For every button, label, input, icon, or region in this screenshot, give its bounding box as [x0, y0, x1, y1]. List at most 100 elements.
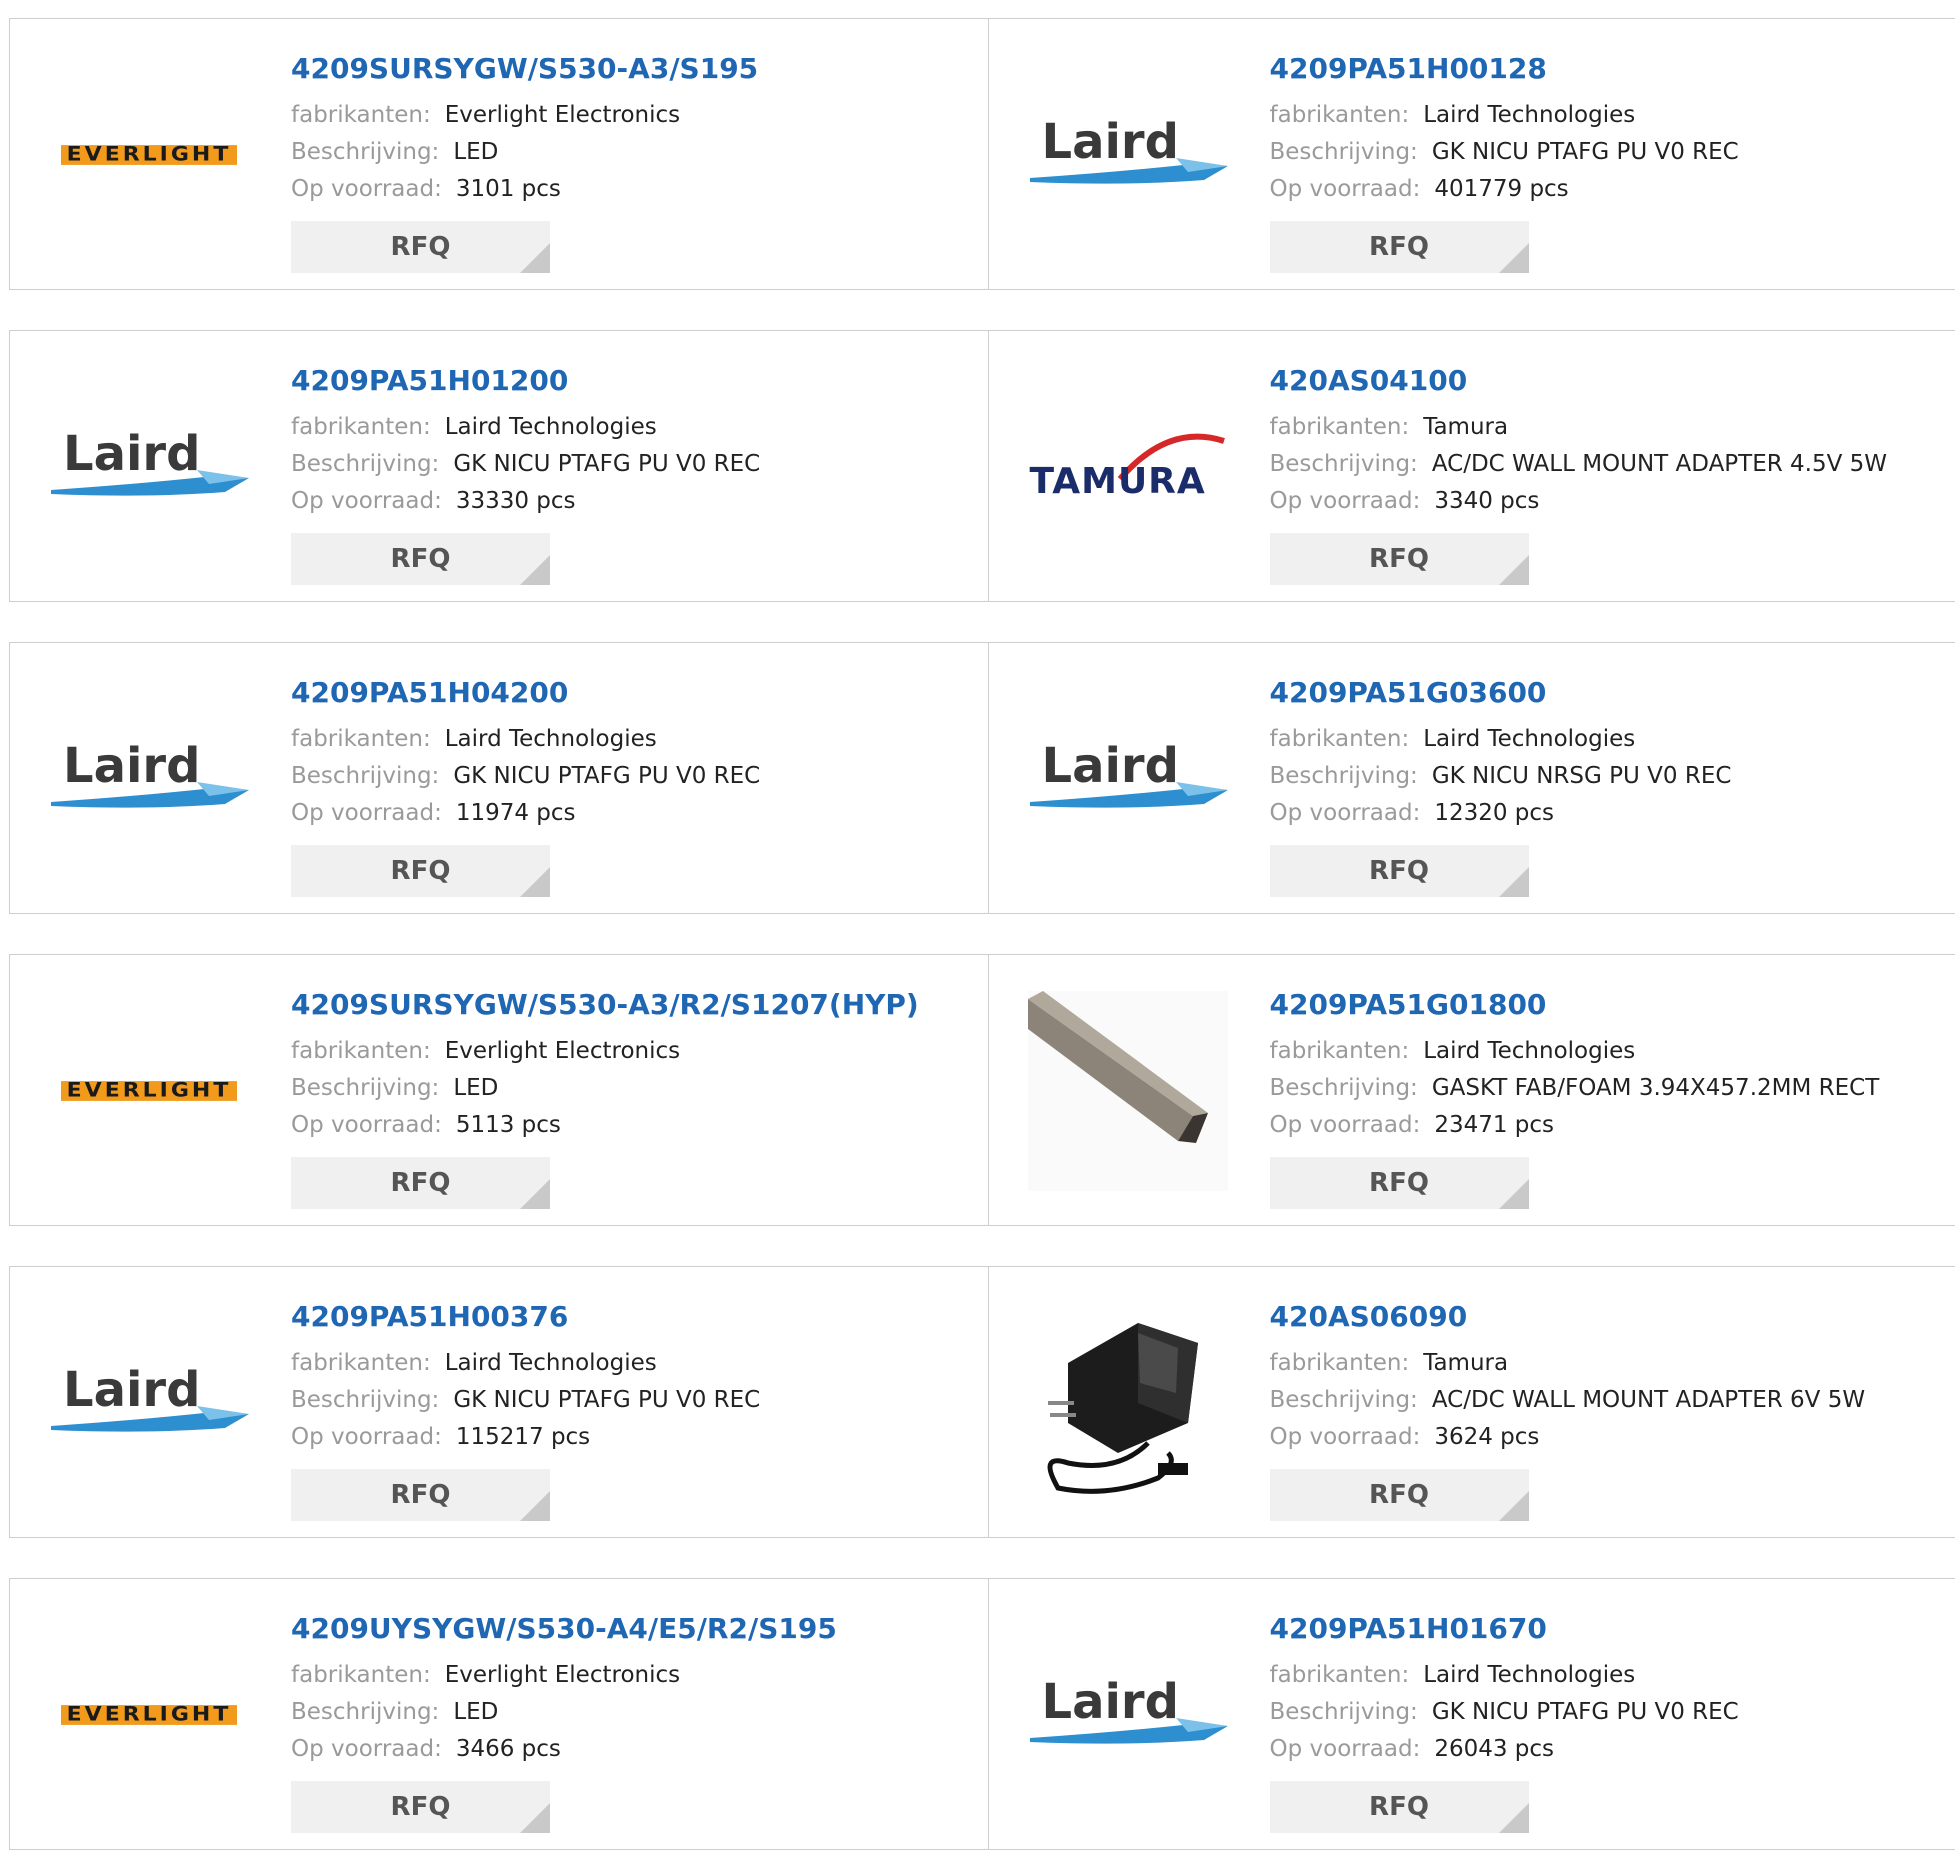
- product-info: 4209PA51H04200fabrikanten:Laird Technolo…: [291, 675, 760, 832]
- part-number-link[interactable]: 4209SURSYGW/S530-A3/R2/S1207(HYP): [291, 987, 919, 1023]
- rfq-button[interactable]: RFQ: [1270, 1781, 1529, 1833]
- part-number-link[interactable]: 4209SURSYGW/S530-A3/S195: [291, 51, 758, 87]
- stock-label: Op voorraad:: [1270, 800, 1421, 826]
- stock-value: 26043 pcs: [1434, 1736, 1554, 1762]
- laird-swoosh-icon: [49, 744, 249, 814]
- product-card-right: Laird4209PA51H01670fabrikanten:Laird Tec…: [988, 1579, 1955, 1849]
- description-value: GK NICU PTAFG PU V0 REC: [1432, 139, 1739, 165]
- part-number-link[interactable]: 4209PA51H04200: [291, 675, 760, 711]
- manufacturer-logo: TAMURA: [1028, 367, 1228, 567]
- laird-swoosh-icon: [49, 1368, 249, 1438]
- product-card-left: Laird 4209PA51H01200fabrikanten:Laird Tec…: [10, 331, 988, 601]
- part-number-link[interactable]: 4209PA51G01800: [1270, 987, 1880, 1023]
- description-line: Beschrijving:GASKT FAB/FOAM 3.94X457.2MM…: [1270, 1070, 1880, 1107]
- manufacturer-value: Everlight Electronics: [445, 1662, 680, 1688]
- manufacturer-value: Everlight Electronics: [445, 1038, 680, 1064]
- laird-logo: Laird: [49, 432, 249, 502]
- part-number-link[interactable]: 4209PA51H01200: [291, 363, 760, 399]
- stock-line: Op voorraad: 26043 pcs: [1270, 1731, 1739, 1768]
- manufacturer-line: fabrikanten:Laird Technologies: [1270, 1657, 1739, 1694]
- product-info: 4209PA51G03600fabrikanten:Laird Technolo…: [1270, 675, 1732, 832]
- laird-swoosh-icon: [1028, 1680, 1228, 1750]
- manufacturer-label: fabrikanten:: [291, 1662, 431, 1688]
- product-card-right: TAMURA420AS04100fabrikanten:TamuraBeschr…: [988, 331, 1955, 601]
- manufacturer-label: fabrikanten:: [1270, 102, 1410, 128]
- manufacturer-line: fabrikanten:Tamura: [1270, 1345, 1866, 1382]
- laird-logo: Laird: [49, 1368, 249, 1438]
- corner-triangle-icon: [1499, 555, 1529, 585]
- manufacturer-value: Laird Technologies: [1423, 726, 1635, 752]
- description-value: GK NICU PTAFG PU V0 REC: [453, 1387, 760, 1413]
- laird-logo: Laird: [1028, 120, 1228, 190]
- stock-line: Op voorraad: 5113 pcs: [291, 1107, 919, 1144]
- product-info: 4209SURSYGW/S530-A3/R2/S1207(HYP)fabrika…: [291, 987, 919, 1144]
- rfq-button[interactable]: RFQ: [1270, 221, 1529, 273]
- product-row: EVERLIGHT4209SURSYGW/S530-A3/S195fabrika…: [9, 18, 1955, 290]
- stock-line: Op voorraad:401779 pcs: [1270, 171, 1739, 208]
- product-info: 4209PA51G01800fabrikanten:Laird Technolo…: [1270, 987, 1880, 1144]
- part-number-link[interactable]: 420AS04100: [1270, 363, 1888, 399]
- rfq-button[interactable]: RFQ: [291, 1157, 550, 1209]
- manufacturer-value: Laird Technologies: [445, 1350, 657, 1376]
- stock-value: 3624 pcs: [1434, 1424, 1539, 1450]
- product-info: 4209PA51H01200fabrikanten:Laird Technolo…: [291, 363, 760, 520]
- part-number-link[interactable]: 4209UYSYGW/S530-A4/E5/R2/S195: [291, 1611, 837, 1647]
- rfq-button[interactable]: RFQ: [291, 845, 550, 897]
- stock-label: Op voorraad:: [1270, 1424, 1421, 1450]
- description-line: Beschrijving:GK NICU PTAFG PU V0 REC: [291, 446, 760, 483]
- stock-line: Op voorraad:3340 pcs: [1270, 483, 1888, 520]
- stock-label: Op voorraad:: [1270, 1112, 1421, 1138]
- stock-line: Op voorraad:12320 pcs: [1270, 795, 1732, 832]
- description-line: Beschrijving:LED: [291, 134, 758, 171]
- product-info: 4209PA51H01670 fabrikanten:Laird Technolo…: [1270, 1611, 1739, 1768]
- laird-swoosh-icon: [1028, 120, 1228, 190]
- product-row: Laird 4209PA51H04200fabrikanten:Laird Tec…: [9, 642, 1955, 914]
- stock-value: 11974 pcs: [456, 800, 576, 826]
- manufacturer-logo: [1028, 1303, 1228, 1503]
- manufacturer-logo: Laird: [1028, 55, 1228, 255]
- corner-triangle-icon: [1499, 1179, 1529, 1209]
- corner-triangle-icon: [1499, 1803, 1529, 1833]
- stock-label: Op voorraad:: [1270, 1736, 1421, 1762]
- rfq-button[interactable]: RFQ: [1270, 1157, 1529, 1209]
- rfq-button[interactable]: RFQ: [291, 533, 550, 585]
- stock-line: Op voorraad:23471 pcs: [1270, 1107, 1880, 1144]
- adapter-product-image: [1028, 1303, 1228, 1503]
- manufacturer-value: Laird Technologies: [1423, 1038, 1635, 1064]
- manufacturer-value: Laird Technologies: [1423, 102, 1635, 128]
- part-number-link[interactable]: 4209PA51H01670: [1270, 1611, 1739, 1647]
- description-value: AC/DC WALL MOUNT ADAPTER 4.5V 5W: [1432, 451, 1887, 477]
- stock-line: Op voorraad:115217 pcs: [291, 1419, 760, 1456]
- part-number-link[interactable]: 4209PA51H00128: [1270, 51, 1739, 87]
- part-number-link[interactable]: 420AS06090: [1270, 1299, 1866, 1335]
- manufacturer-value: Tamura: [1423, 414, 1508, 440]
- rfq-button[interactable]: RFQ: [1270, 845, 1529, 897]
- stock-value: 5113 pcs: [456, 1112, 561, 1138]
- description-value: LED: [453, 1075, 498, 1101]
- corner-triangle-icon: [520, 1491, 550, 1521]
- rfq-button[interactable]: RFQ: [291, 1781, 550, 1833]
- rfq-button[interactable]: RFQ: [1270, 1469, 1529, 1521]
- description-value: GK NICU PTAFG PU V0 REC: [1432, 1699, 1739, 1725]
- description-value: LED: [453, 1699, 498, 1725]
- manufacturer-logo: Laird: [49, 679, 249, 879]
- stock-value: 3101 pcs: [456, 176, 561, 202]
- rfq-button[interactable]: RFQ: [291, 1469, 550, 1521]
- stock-label: Op voorraad:: [291, 1112, 442, 1138]
- product-info: 4209SURSYGW/S530-A3/S195fabrikanten:Ever…: [291, 51, 758, 208]
- rfq-button[interactable]: RFQ: [1270, 533, 1529, 585]
- stock-value: 115217 pcs: [456, 1424, 590, 1450]
- description-value: GK NICU NRSG PU V0 REC: [1432, 763, 1732, 789]
- description-label: Beschrijving:: [291, 139, 439, 165]
- manufacturer-label: fabrikanten:: [291, 1350, 431, 1376]
- description-line: Beschrijving:GK NICU PTAFG PU V0 REC: [291, 758, 760, 795]
- product-card-left: EVERLIGHT4209UYSYGW/S530-A4/E5/R2/S195fa…: [10, 1579, 988, 1849]
- description-value: AC/DC WALL MOUNT ADAPTER 6V 5W: [1432, 1387, 1865, 1413]
- manufacturer-line: fabrikanten:Tamura: [1270, 409, 1888, 446]
- description-value: GK NICU PTAFG PU V0 REC: [453, 763, 760, 789]
- rfq-button[interactable]: RFQ: [291, 221, 550, 273]
- stock-label: Op voorraad:: [291, 488, 442, 514]
- description-label: Beschrijving:: [291, 1699, 439, 1725]
- part-number-link[interactable]: 4209PA51G03600: [1270, 675, 1732, 711]
- part-number-link[interactable]: 4209PA51H00376: [291, 1299, 760, 1335]
